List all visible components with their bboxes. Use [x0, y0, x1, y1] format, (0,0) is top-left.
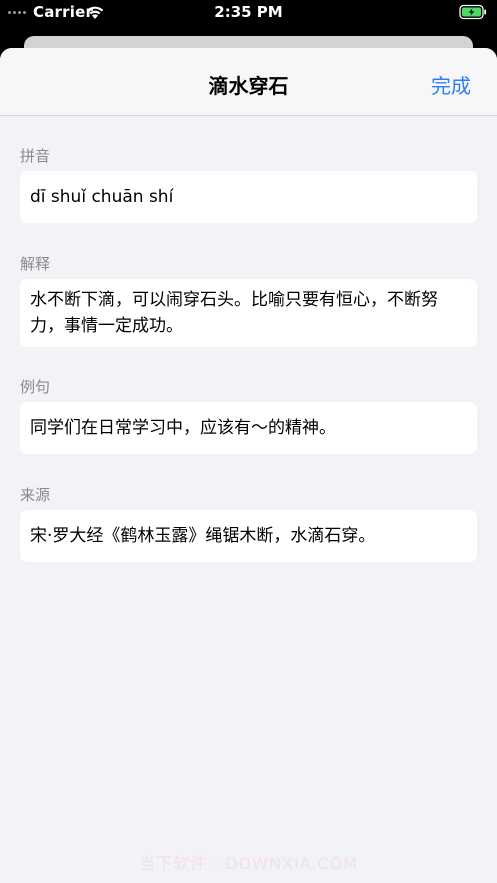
battery-charging-icon	[459, 4, 487, 20]
pinyin-text: dī shuǐ chuān shí	[30, 187, 174, 207]
source-text: 宋·罗大经《鹤林玉露》绳锯木断，水滴石穿。	[30, 526, 376, 546]
section-label-example: 例句	[20, 378, 51, 396]
watermark: 当下软件 · DOWNXIA.COM	[139, 854, 358, 873]
detail-sheet: 滴水穿石 完成 拼音 dī shuǐ chuān shí 解释 水不断下滴，可以…	[0, 48, 497, 883]
pinyin-card: dī shuǐ chuān shí	[20, 171, 477, 223]
status-time: 2:35 PM	[214, 3, 283, 21]
section-label-source: 来源	[20, 486, 51, 504]
example-card: 同学们在日常学习中，应该有～的精神。	[20, 402, 477, 454]
section-label-pinyin: 拼音	[20, 147, 51, 165]
status-bar: Carrier 2:35 PM	[0, 0, 497, 26]
example-text: 同学们在日常学习中，应该有～的精神。	[30, 418, 336, 438]
explanation-card: 水不断下滴，可以闹穿石头。比喻只要有恒心，不断努力，事情一定成功。	[20, 279, 477, 347]
section-label-explanation: 解释	[20, 255, 51, 273]
page-title: 滴水穿石	[208, 74, 289, 98]
explanation-text: 水不断下滴，可以闹穿石头。比喻只要有恒心，不断努力，事情一定成功。	[30, 290, 438, 336]
done-button[interactable]: 完成	[431, 70, 471, 99]
navigation-bar: 滴水穿石 完成	[0, 48, 497, 116]
source-card: 宋·罗大经《鹤林玉露》绳锯木断，水滴石穿。	[20, 510, 477, 562]
